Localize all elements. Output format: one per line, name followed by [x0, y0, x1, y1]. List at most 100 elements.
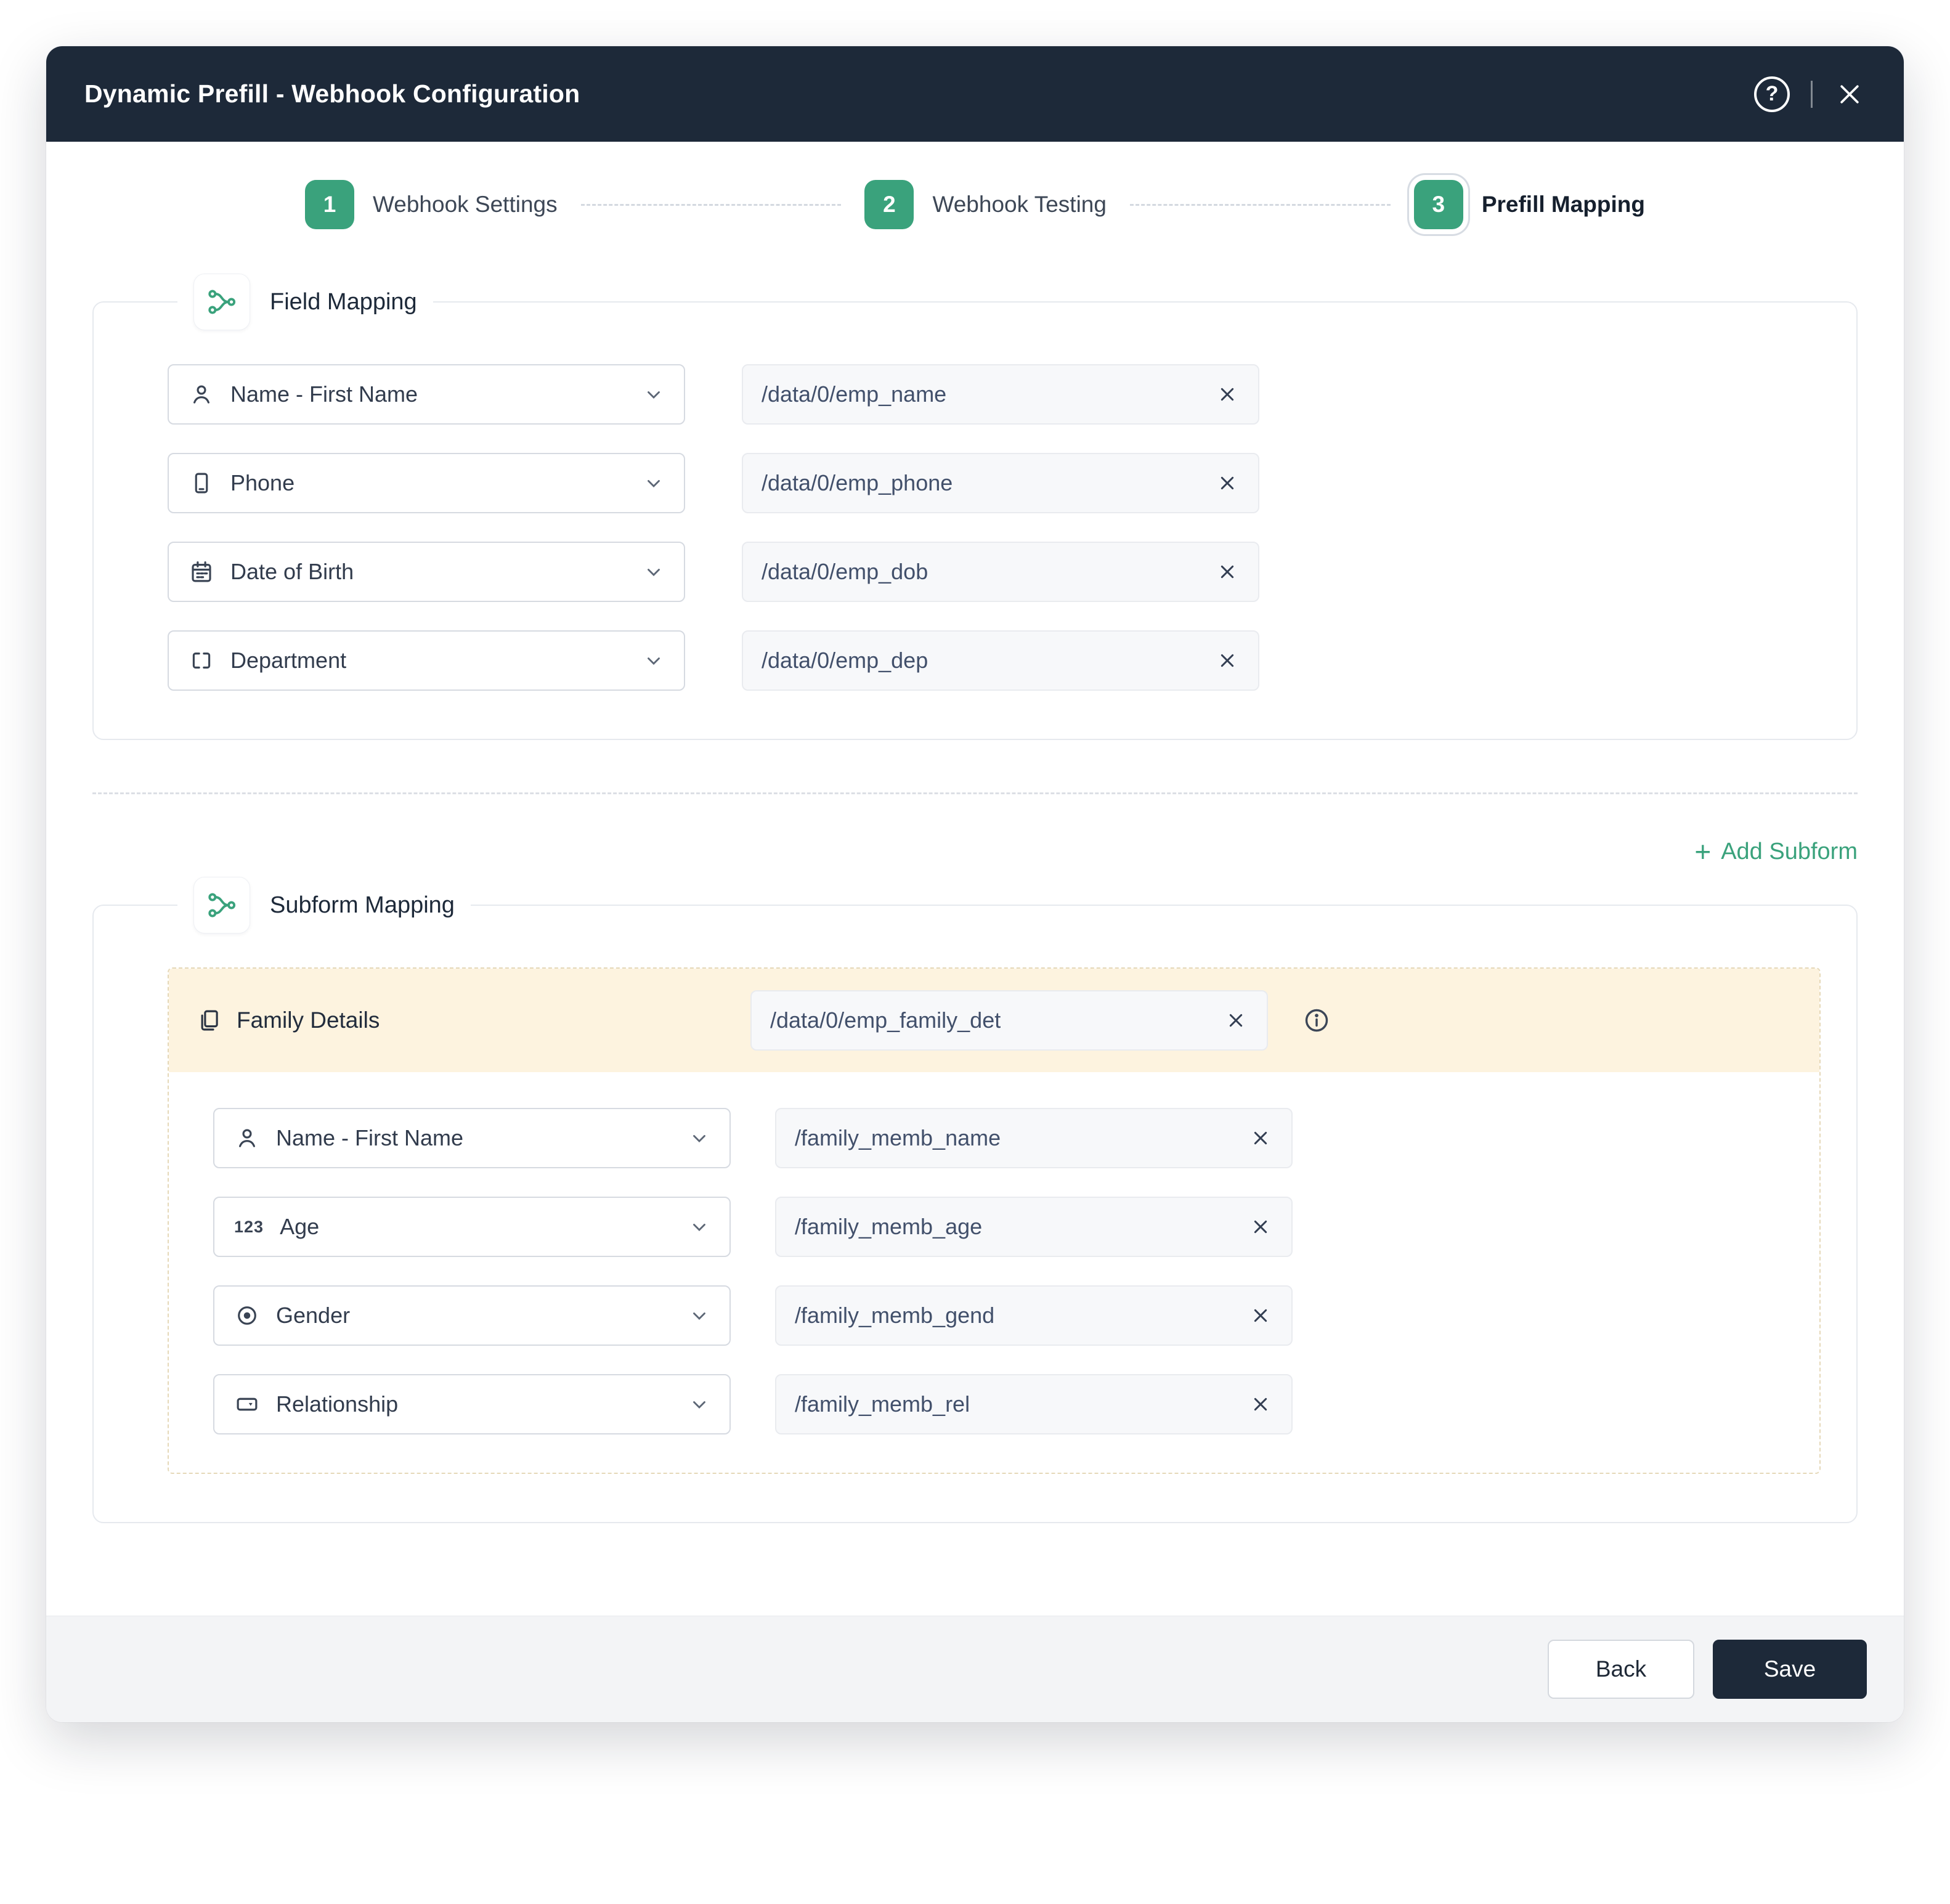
subform-box: Family Details /data/0/emp_family_det Na… — [168, 967, 1821, 1474]
number-123-icon: 123 — [234, 1217, 264, 1236]
field-mapping-panel: Field Mapping Name - First Name /data/0/… — [92, 274, 1858, 740]
path-input[interactable] — [795, 1391, 1248, 1417]
field-select-label: Phone — [230, 470, 295, 495]
help-icon[interactable]: ? — [1754, 76, 1790, 112]
calendar-icon — [189, 559, 214, 585]
subform-name: Family Details — [196, 1007, 750, 1033]
department-icon — [189, 648, 214, 673]
path-field-emp-phone — [742, 453, 1259, 513]
path-field-emp-name — [742, 364, 1259, 425]
webhook-configuration-modal: Dynamic Prefill - Webhook Configuration … — [46, 46, 1904, 1722]
radio-icon — [234, 1303, 260, 1328]
path-input[interactable] — [762, 648, 1215, 673]
step-webhook-settings[interactable]: 1 Webhook Settings — [305, 180, 558, 229]
path-field-family-memb-rel — [775, 1374, 1293, 1434]
field-select-label: Name - First Name — [230, 381, 418, 407]
field-select-phone[interactable]: Phone — [168, 453, 685, 513]
dropdown-field-icon — [234, 1391, 260, 1417]
clear-icon[interactable] — [1215, 648, 1240, 673]
stepper-connector — [1129, 203, 1391, 206]
user-icon — [234, 1125, 260, 1151]
chevron-down-icon — [689, 1394, 710, 1415]
field-mapping-legend: Field Mapping — [177, 274, 433, 330]
clear-icon[interactable] — [1248, 1126, 1273, 1150]
path-field-emp-dep — [742, 630, 1259, 691]
path-field-emp-dob — [742, 542, 1259, 602]
field-mapping-row: Department — [168, 630, 1821, 691]
field-mapping-row: Date of Birth — [168, 542, 1821, 602]
field-select-label: Gender — [276, 1303, 351, 1328]
field-mapping-title: Field Mapping — [270, 288, 417, 315]
back-button[interactable]: Back — [1548, 1640, 1694, 1699]
step-2-badge: 2 — [864, 180, 914, 229]
field-mapping-row: Name - First Name — [168, 364, 1821, 425]
step-prefill-mapping[interactable]: 3 Prefill Mapping — [1413, 180, 1645, 229]
path-input[interactable] — [762, 470, 1215, 496]
modal-title: Dynamic Prefill - Webhook Configuration — [84, 79, 580, 108]
clear-icon[interactable] — [1248, 1303, 1273, 1328]
clear-icon[interactable] — [1248, 1214, 1273, 1239]
path-input[interactable] — [762, 559, 1215, 585]
path-input[interactable] — [795, 1303, 1248, 1328]
clear-icon[interactable] — [1215, 559, 1240, 584]
subform-select-relationship[interactable]: Relationship — [213, 1374, 731, 1434]
subform-select-gender[interactable]: Gender — [213, 1285, 731, 1346]
mapping-icon — [193, 274, 250, 330]
field-select-first-name[interactable]: Name - First Name — [168, 364, 685, 425]
chevron-down-icon — [643, 473, 664, 494]
save-button[interactable]: Save — [1713, 1640, 1867, 1699]
add-subform-row: + Add Subform — [92, 837, 1858, 866]
close-icon[interactable] — [1834, 78, 1866, 110]
path-input[interactable] — [770, 1007, 1224, 1033]
add-subform-button[interactable]: + Add Subform — [1694, 837, 1858, 866]
step-1-label: Webhook Settings — [373, 192, 558, 217]
subform-select-age[interactable]: 123 Age — [213, 1197, 731, 1257]
field-mapping-row: Phone — [168, 453, 1821, 513]
chevron-down-icon — [643, 650, 664, 671]
subform-mapping-row: Relationship — [213, 1374, 1819, 1434]
section-divider — [92, 792, 1858, 794]
header-divider — [1811, 80, 1813, 108]
subform-mapping-row: Gender — [213, 1285, 1819, 1346]
path-input[interactable] — [762, 381, 1215, 407]
path-field-family-details — [750, 990, 1268, 1051]
clear-icon[interactable] — [1224, 1008, 1248, 1033]
pages-icon — [196, 1007, 222, 1033]
clear-icon[interactable] — [1215, 471, 1240, 495]
path-input[interactable] — [795, 1125, 1248, 1151]
stepper: 1 Webhook Settings 2 Webhook Testing 3 P… — [46, 142, 1904, 261]
subform-title: Family Details — [237, 1007, 380, 1033]
modal-header: Dynamic Prefill - Webhook Configuration … — [46, 46, 1904, 142]
subform-select-first-name[interactable]: Name - First Name — [213, 1108, 731, 1168]
subform-mapping-row: Name - First Name — [213, 1108, 1819, 1168]
field-select-department[interactable]: Department — [168, 630, 685, 691]
chevron-down-icon — [689, 1216, 710, 1237]
field-select-label: Department — [230, 648, 347, 673]
subform-mapping-panel: Subform Mapping Family Details /data/0/e… — [92, 877, 1858, 1523]
modal-footer: Back Save — [46, 1616, 1904, 1722]
field-select-label: Name - First Name — [276, 1125, 464, 1150]
phone-icon — [189, 470, 214, 496]
chevron-down-icon — [689, 1305, 710, 1326]
info-icon[interactable] — [1302, 1006, 1331, 1035]
chevron-down-icon — [689, 1128, 710, 1149]
step-webhook-testing[interactable]: 2 Webhook Testing — [864, 180, 1107, 229]
plus-icon: + — [1694, 836, 1712, 868]
path-field-family-memb-name — [775, 1108, 1293, 1168]
chevron-down-icon — [643, 384, 664, 405]
add-subform-label: Add Subform — [1721, 838, 1858, 865]
path-input[interactable] — [795, 1214, 1248, 1240]
step-1-badge: 1 — [305, 180, 354, 229]
subform-mapping-title: Subform Mapping — [270, 892, 455, 918]
path-field-family-memb-gend — [775, 1285, 1293, 1346]
clear-icon[interactable] — [1215, 382, 1240, 407]
subform-mapping-legend: Subform Mapping — [177, 877, 471, 934]
mapping-icon — [193, 877, 250, 934]
path-field-family-memb-age — [775, 1197, 1293, 1257]
field-select-label: Relationship — [276, 1391, 399, 1417]
step-3-badge: 3 — [1413, 180, 1463, 229]
user-icon — [189, 381, 214, 407]
field-select-dob[interactable]: Date of Birth — [168, 542, 685, 602]
header-actions: ? — [1754, 76, 1866, 112]
clear-icon[interactable] — [1248, 1392, 1273, 1417]
